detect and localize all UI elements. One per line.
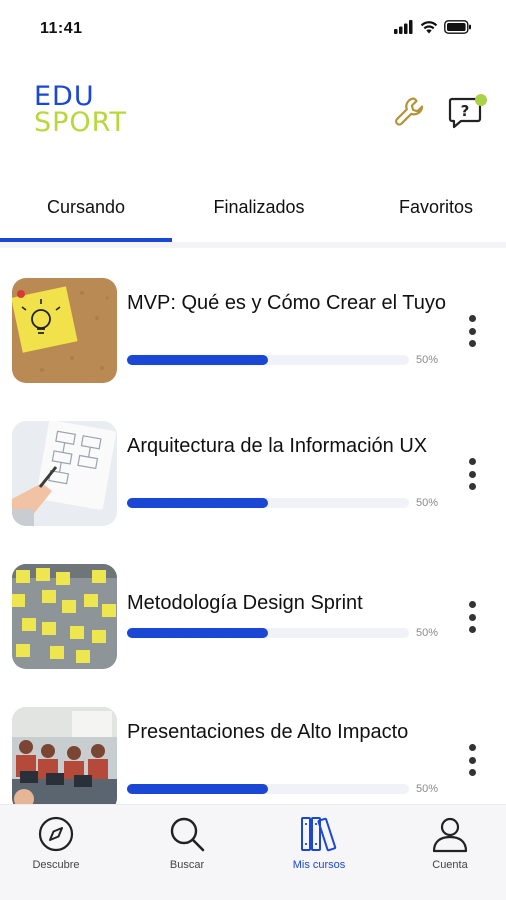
- course-thumbnail-arquitectura: [12, 421, 117, 526]
- nav-label: Mis cursos: [292, 859, 346, 871]
- status-icons: [394, 20, 472, 34]
- more-dot: [468, 327, 476, 335]
- status-time: 11:41: [40, 20, 83, 37]
- svg-text:?: ?: [461, 102, 470, 120]
- status-bar: 11:41: [0, 0, 506, 60]
- more-dot: [468, 626, 476, 633]
- course-card-presentaciones[interactable]: Presentaciones de Alto Impacto 50%: [0, 707, 506, 804]
- tab-cursando[interactable]: Cursando: [0, 172, 172, 242]
- more-dot: [468, 769, 476, 776]
- course-card-arquitectura[interactable]: Arquitectura de la Información UX 50%: [0, 421, 506, 531]
- more-dot: [468, 315, 476, 322]
- course-progress-fill: [127, 355, 268, 365]
- course-title: MVP: Qué es y Cómo Crear el Tuyo: [127, 292, 447, 314]
- course-title: Presentaciones de Alto Impacto: [127, 721, 409, 743]
- course-list: MVP: Qué es y Cómo Crear el Tuyo 50% Arq…: [0, 248, 506, 804]
- more-dot: [468, 756, 476, 764]
- more-dot: [468, 340, 476, 347]
- wifi-icon: [420, 21, 438, 34]
- course-more-button[interactable]: [458, 740, 486, 780]
- notification-dot: [475, 94, 487, 106]
- course-title: Metodología Design Sprint: [127, 592, 363, 614]
- course-progress-bar: [127, 498, 409, 508]
- app-header: EDU SPORT ?: [0, 60, 506, 160]
- nav-label: Cuenta: [432, 859, 468, 871]
- wrench-icon: [395, 97, 424, 126]
- tab-favoritos[interactable]: Favoritos: [346, 172, 506, 242]
- more-dot: [468, 470, 476, 478]
- course-progress-fill: [127, 628, 268, 638]
- nav-label: Buscar: [169, 859, 205, 871]
- course-more-button[interactable]: [458, 311, 486, 351]
- more-dot: [468, 483, 476, 490]
- course-card-mvp[interactable]: MVP: Qué es y Cómo Crear el Tuyo 50%: [0, 278, 506, 388]
- battery-icon: [444, 20, 471, 34]
- help-chat-button[interactable]: ?: [446, 92, 487, 132]
- bottom-navigation: Descubre Buscar Mis cursos Cuenta: [0, 804, 506, 900]
- course-progress-text: 50%: [416, 497, 439, 509]
- course-thumbnail-mvp: [12, 278, 117, 383]
- tab-finalizados[interactable]: Finalizados: [172, 172, 346, 242]
- more-dot: [468, 458, 476, 465]
- course-thumbnail-design-sprint: [12, 564, 117, 669]
- nav-cuenta[interactable]: Cuenta: [395, 815, 505, 885]
- course-progress-text: 50%: [416, 783, 439, 795]
- course-title: Arquitectura de la Información UX: [127, 435, 428, 457]
- course-progress-text: 50%: [416, 627, 439, 639]
- course-progress-fill: [127, 784, 268, 794]
- nav-label: Descubre: [32, 859, 80, 871]
- course-thumbnail-presentaciones: [12, 707, 117, 804]
- signal-icon: [394, 20, 413, 34]
- user-icon: [432, 817, 468, 853]
- edusport-logo: EDU SPORT: [34, 83, 127, 138]
- nav-descubre[interactable]: Descubre: [1, 815, 111, 885]
- course-progress-bar: [127, 784, 409, 794]
- books-icon: [301, 817, 337, 852]
- course-progress-bar: [127, 355, 409, 365]
- course-progress-bar: [127, 628, 409, 638]
- nav-mis-cursos[interactable]: Mis cursos: [264, 815, 374, 885]
- more-dot: [468, 601, 476, 608]
- course-more-button[interactable]: [458, 454, 486, 494]
- course-tabs: Cursando Finalizados Favoritos: [0, 172, 506, 242]
- logo-line-2: SPORT: [34, 107, 127, 138]
- course-progress-fill: [127, 498, 268, 508]
- course-card-design-sprint[interactable]: Metodología Design Sprint 50%: [0, 564, 506, 674]
- course-progress-text: 50%: [416, 354, 439, 366]
- more-dot: [468, 744, 476, 751]
- compass-icon: [38, 816, 74, 852]
- nav-buscar[interactable]: Buscar: [132, 815, 242, 885]
- search-icon: [170, 817, 205, 852]
- settings-button[interactable]: [390, 92, 430, 132]
- course-more-button[interactable]: [458, 597, 486, 637]
- more-dot: [468, 613, 476, 621]
